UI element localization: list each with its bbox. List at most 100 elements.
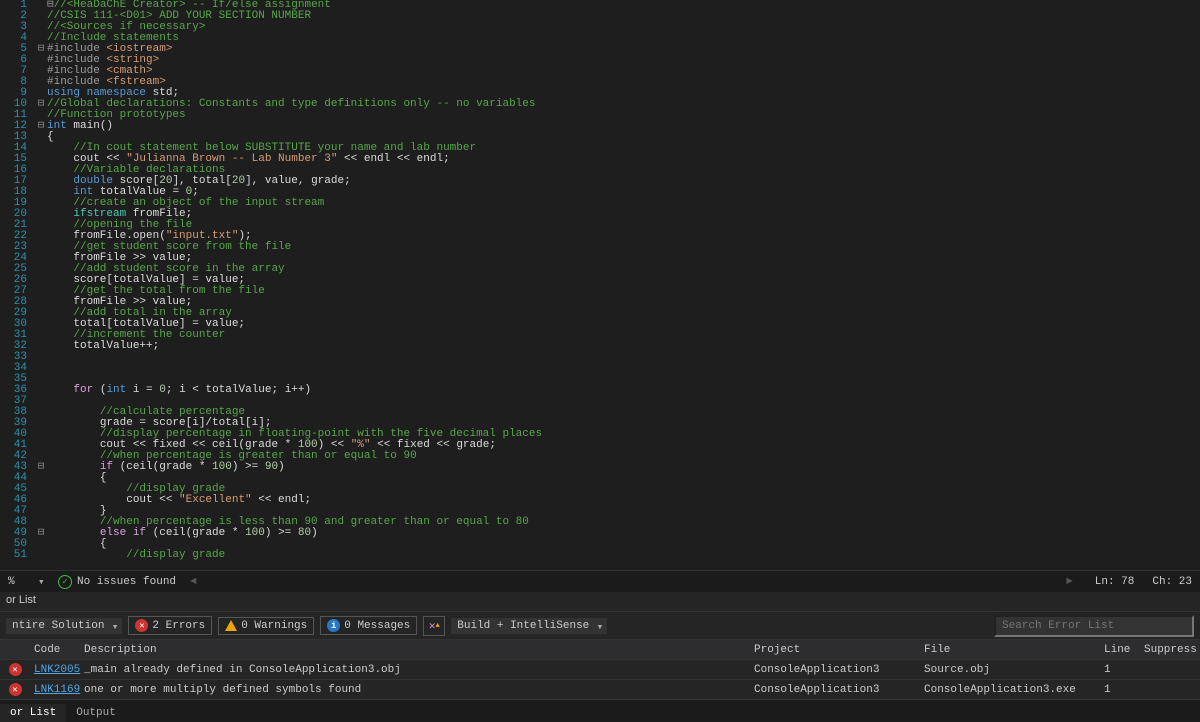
- code-editor[interactable]: 1234567891011121314151617181920212223242…: [0, 0, 1200, 570]
- code-line[interactable]: for (int i = 0; i < totalValue; i++): [47, 385, 1200, 396]
- code-line[interactable]: #include <string>: [47, 55, 1200, 66]
- code-line[interactable]: ifstream fromFile;: [47, 209, 1200, 220]
- scroll-left-icon[interactable]: ◄: [186, 576, 201, 588]
- fold-column[interactable]: ⊟ ⊟ ⊟ ⊟ ⊟: [35, 0, 47, 570]
- fold-toggle[interactable]: [35, 297, 47, 308]
- fold-toggle[interactable]: [35, 484, 47, 495]
- error-row[interactable]: ✕ LNK2005 _main already defined in Conso…: [0, 660, 1200, 680]
- fold-toggle[interactable]: [35, 22, 47, 33]
- col-project[interactable]: Project: [750, 644, 920, 656]
- fold-toggle[interactable]: [35, 143, 47, 154]
- code-line[interactable]: //Global declarations: Constants and typ…: [47, 99, 1200, 110]
- code-line[interactable]: //display grade: [47, 550, 1200, 561]
- fold-toggle[interactable]: [35, 418, 47, 429]
- fold-toggle[interactable]: ⊟: [35, 462, 47, 473]
- error-icon: ✕: [9, 663, 22, 676]
- fold-toggle[interactable]: [35, 330, 47, 341]
- code-line[interactable]: cout << "Excellent" << endl;: [47, 495, 1200, 506]
- code-line[interactable]: double score[20], total[20], value, grad…: [47, 176, 1200, 187]
- fold-toggle[interactable]: [35, 374, 47, 385]
- fold-toggle[interactable]: [35, 286, 47, 297]
- fold-toggle[interactable]: [35, 77, 47, 88]
- scope-dropdown[interactable]: ntire Solution: [6, 618, 122, 634]
- fold-toggle[interactable]: [35, 495, 47, 506]
- table-header[interactable]: Code Description Project File Line Suppr…: [0, 640, 1200, 660]
- fold-toggle[interactable]: [35, 396, 47, 407]
- fold-toggle[interactable]: [35, 539, 47, 550]
- col-suppress[interactable]: Suppress: [1140, 644, 1200, 656]
- tab-output[interactable]: Output: [66, 704, 126, 722]
- fold-toggle[interactable]: [35, 385, 47, 396]
- fold-toggle[interactable]: [35, 319, 47, 330]
- warnings-filter-button[interactable]: 0 Warnings: [218, 617, 314, 635]
- code-area[interactable]: ⊟//<HeaDaChE Creator> -- If/else assignm…: [47, 0, 1200, 570]
- code-line[interactable]: #include <fstream>: [47, 77, 1200, 88]
- code-line[interactable]: #include <cmath>: [47, 66, 1200, 77]
- error-row[interactable]: ✕ LNK1169 one or more multiply defined s…: [0, 680, 1200, 700]
- code-line[interactable]: totalValue++;: [47, 341, 1200, 352]
- fold-toggle[interactable]: [35, 209, 47, 220]
- fold-toggle[interactable]: [35, 440, 47, 451]
- code-line[interactable]: //increment the counter: [47, 330, 1200, 341]
- clear-filter-button[interactable]: ✕▲: [423, 616, 445, 636]
- col-line[interactable]: Line: [1100, 644, 1140, 656]
- fold-toggle[interactable]: [35, 264, 47, 275]
- fold-toggle[interactable]: [35, 506, 47, 517]
- error-code-link[interactable]: LNK1169: [34, 684, 80, 696]
- code-line[interactable]: int main(): [47, 121, 1200, 132]
- fold-toggle[interactable]: [35, 11, 47, 22]
- code-line[interactable]: [47, 352, 1200, 363]
- fold-toggle[interactable]: [35, 66, 47, 77]
- col-description[interactable]: Description: [80, 644, 750, 656]
- code-line[interactable]: #include <iostream>: [47, 44, 1200, 55]
- code-line[interactable]: //get the total from the file: [47, 286, 1200, 297]
- code-line[interactable]: //Include statements: [47, 33, 1200, 44]
- zoom-percent[interactable]: %: [8, 576, 38, 588]
- fold-toggle[interactable]: [35, 165, 47, 176]
- fold-toggle[interactable]: ⊟: [35, 121, 47, 132]
- fold-toggle[interactable]: [35, 550, 47, 561]
- fold-toggle[interactable]: ⊟: [35, 528, 47, 539]
- col-file[interactable]: File: [920, 644, 1100, 656]
- fold-toggle[interactable]: [35, 407, 47, 418]
- fold-toggle[interactable]: [35, 341, 47, 352]
- code-line[interactable]: [47, 363, 1200, 374]
- fold-toggle[interactable]: [35, 275, 47, 286]
- error-code-link[interactable]: LNK2005: [34, 664, 80, 676]
- source-dropdown[interactable]: Build + IntelliSense: [451, 618, 607, 634]
- fold-toggle[interactable]: [35, 429, 47, 440]
- tab-error-list[interactable]: or List: [0, 704, 66, 722]
- code-line[interactable]: if (ceil(grade * 100) >= 90): [47, 462, 1200, 473]
- error-list-table: Code Description Project File Line Suppr…: [0, 640, 1200, 700]
- search-error-input[interactable]: [994, 615, 1194, 637]
- code-line[interactable]: else if (ceil(grade * 100) >= 80): [47, 528, 1200, 539]
- scroll-right-icon[interactable]: ►: [1062, 576, 1077, 588]
- fold-toggle[interactable]: [35, 242, 47, 253]
- code-line[interactable]: //Function prototypes: [47, 110, 1200, 121]
- fold-toggle[interactable]: [35, 176, 47, 187]
- messages-filter-button[interactable]: i0 Messages: [320, 616, 417, 635]
- fold-toggle[interactable]: [35, 132, 47, 143]
- fold-toggle[interactable]: [35, 220, 47, 231]
- zoom-dropdown-icon[interactable]: ▾: [38, 575, 58, 589]
- fold-toggle[interactable]: [35, 363, 47, 374]
- errors-filter-button[interactable]: ✕2 Errors: [128, 616, 212, 635]
- fold-toggle[interactable]: [35, 55, 47, 66]
- fold-toggle[interactable]: [35, 154, 47, 165]
- col-code[interactable]: Code: [30, 644, 80, 656]
- fold-toggle[interactable]: [35, 187, 47, 198]
- cursor-line: Ln: 78: [1095, 576, 1135, 588]
- fold-toggle[interactable]: [35, 198, 47, 209]
- fold-toggle[interactable]: [35, 308, 47, 319]
- code-line[interactable]: //create an object of the input stream: [47, 198, 1200, 209]
- code-line[interactable]: //get student score from the file: [47, 242, 1200, 253]
- code-line[interactable]: //CSIS 111-<D01> ADD YOUR SECTION NUMBER: [47, 11, 1200, 22]
- fold-toggle[interactable]: [35, 253, 47, 264]
- fold-toggle[interactable]: ⊟: [35, 99, 47, 110]
- fold-toggle[interactable]: [35, 473, 47, 484]
- fold-toggle[interactable]: [35, 231, 47, 242]
- code-line[interactable]: //<Sources if necessary>: [47, 22, 1200, 33]
- fold-toggle[interactable]: [35, 0, 47, 11]
- fold-toggle[interactable]: ⊟: [35, 44, 47, 55]
- fold-toggle[interactable]: [35, 352, 47, 363]
